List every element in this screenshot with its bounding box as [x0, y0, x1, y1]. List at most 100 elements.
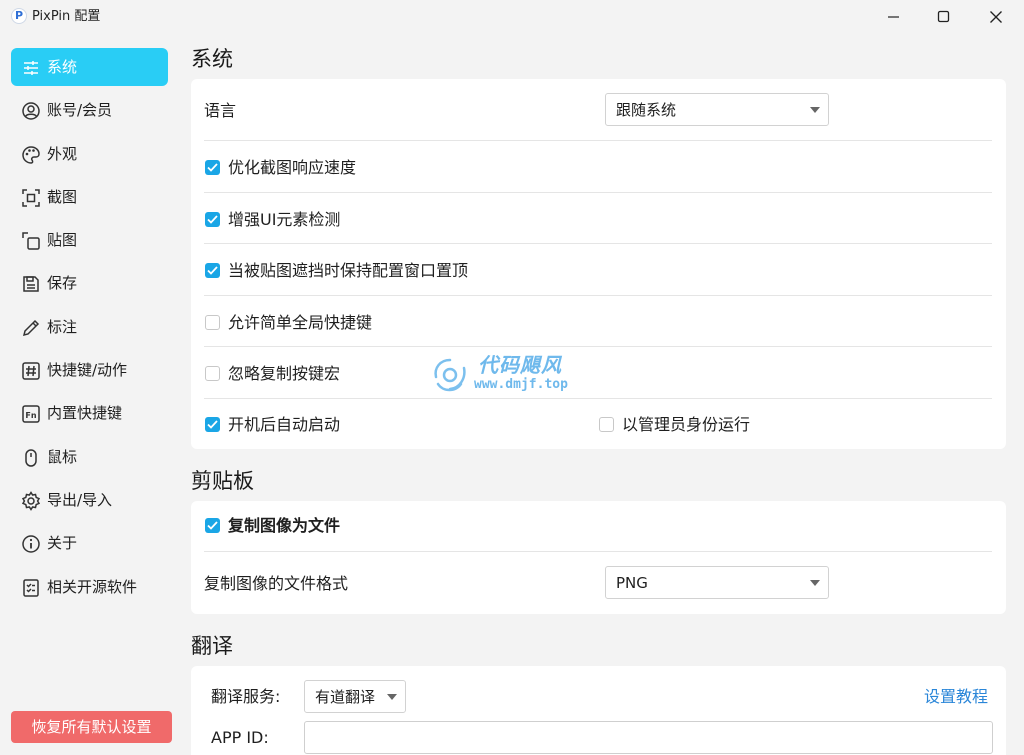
sidebar-item-annotate[interactable]: 标注	[11, 308, 168, 346]
sliders-icon	[24, 61, 38, 75]
sidebar-item-label: 保存	[47, 274, 78, 292]
checkbox-enhance-ui-detection[interactable]	[205, 212, 220, 227]
section-title-system: 系统	[191, 47, 233, 71]
user-icon	[22, 102, 40, 120]
window-title: PixPin 配置	[32, 9, 101, 24]
divider	[204, 295, 992, 296]
sidebar-item-builtin-shortcuts[interactable]: Fn 内置快捷键	[11, 394, 168, 432]
chevron-down-icon	[810, 107, 820, 113]
service-label: 翻译服务:	[211, 687, 281, 706]
option-label: 允许简单全局快捷键	[228, 313, 373, 332]
divider	[204, 398, 992, 399]
clipboard-card: 复制图像为文件 复制图像的文件格式 PNG	[191, 501, 1006, 614]
sidebar-item-save[interactable]: 保存	[11, 264, 168, 302]
screenshot-frame-icon	[22, 189, 40, 207]
minimize-button[interactable]	[871, 0, 917, 34]
sidebar-item-label: 关于	[47, 534, 78, 552]
sidebar-item-label: 贴图	[47, 231, 78, 249]
language-label: 语言	[204, 101, 237, 120]
chevron-down-icon	[810, 580, 820, 586]
save-icon	[23, 276, 39, 292]
sidebar-item-pin[interactable]: 贴图	[11, 221, 168, 259]
translate-service-value: 有道翻译	[315, 688, 376, 706]
option-label: 复制图像为文件	[228, 516, 341, 535]
pencil-icon	[22, 319, 40, 337]
option-label: 开机后自动启动	[228, 415, 341, 434]
sidebar-item-label: 外观	[47, 145, 78, 163]
checkmark-icon	[207, 420, 218, 429]
section-title-translate: 翻译	[191, 634, 233, 658]
sidebar-item-label: 标注	[47, 318, 78, 336]
checkmark-icon	[207, 521, 218, 530]
sidebar-item-system[interactable]: 系统	[11, 48, 168, 86]
sidebar-item-open-source[interactable]: 相关开源软件	[11, 568, 168, 606]
mouse-icon	[25, 449, 37, 467]
divider	[204, 346, 992, 347]
translate-card: 翻译服务: 有道翻译 设置教程 APP ID:	[191, 666, 1006, 755]
close-icon	[990, 11, 1002, 23]
checkbox-copy-as-file[interactable]	[205, 518, 220, 533]
sidebar-item-label: 鼠标	[47, 448, 78, 466]
sidebar-item-label: 相关开源软件	[47, 578, 138, 596]
palette-icon	[22, 146, 40, 164]
option-label: 优化截图响应速度	[228, 158, 357, 177]
minimize-icon	[888, 16, 899, 18]
chevron-down-icon	[387, 694, 397, 700]
sidebar-item-appearance[interactable]: 外观	[11, 135, 168, 173]
checkmark-icon	[207, 215, 218, 224]
checkmark-icon	[207, 266, 218, 275]
title-bar: P PixPin 配置	[0, 0, 1024, 34]
format-select[interactable]: PNG	[605, 566, 829, 599]
checkbox-run-as-admin[interactable]	[599, 417, 614, 432]
sidebar-item-account[interactable]: 账号/会员	[11, 91, 168, 129]
sidebar-item-label: 内置快捷键	[47, 404, 123, 422]
app-logo-icon: P	[11, 8, 27, 24]
sidebar-item-mouse[interactable]: 鼠标	[11, 438, 168, 476]
checkbox-optimize-speed[interactable]	[205, 160, 220, 175]
app-id-label: APP ID:	[211, 728, 269, 747]
gear-icon	[21, 491, 41, 511]
option-label: 以管理员身份运行	[622, 415, 751, 434]
option-label: 忽略复制按键宏	[228, 364, 341, 383]
sidebar-item-label: 快捷键/动作	[47, 361, 128, 379]
maximize-icon	[937, 10, 950, 23]
sidebar-item-shortcuts[interactable]: 快捷键/动作	[11, 351, 168, 389]
app-id-input[interactable]	[304, 721, 993, 754]
checklist-icon	[23, 579, 39, 597]
settings-content: 系统 语言 跟随系统 优化截图响应速度 增强UI元素检测 当被贴图遮挡时保持配置…	[175, 34, 1024, 755]
sidebar-item-label: 系统	[47, 58, 78, 76]
sidebar-item-export-import[interactable]: 导出/导入	[11, 481, 168, 519]
hash-icon	[22, 362, 40, 380]
checkbox-ignore-copy-macro[interactable]	[205, 366, 220, 381]
language-select-value: 跟随系统	[616, 101, 677, 119]
divider	[204, 551, 992, 552]
checkmark-icon	[207, 163, 218, 172]
format-label: 复制图像的文件格式	[204, 574, 349, 593]
setup-tutorial-link[interactable]: 设置教程	[924, 686, 988, 708]
divider	[204, 140, 992, 141]
maximize-button[interactable]	[921, 0, 967, 34]
close-button[interactable]	[973, 0, 1019, 34]
sidebar-item-label: 截图	[47, 188, 78, 206]
checkbox-keep-config-on-top[interactable]	[205, 263, 220, 278]
fn-key-icon: Fn	[22, 405, 40, 423]
system-card: 语言 跟随系统 优化截图响应速度 增强UI元素检测 当被贴图遮挡时保持配置窗口置…	[191, 79, 1006, 449]
sidebar-item-about[interactable]: 关于	[11, 524, 168, 562]
sidebar-item-screenshot[interactable]: 截图	[11, 178, 168, 216]
pin-image-icon	[22, 232, 40, 250]
reset-defaults-button[interactable]: 恢复所有默认设置	[11, 711, 172, 743]
format-select-value: PNG	[616, 574, 648, 592]
svg-text:Fn: Fn	[25, 411, 36, 420]
checkbox-simple-global-shortcuts[interactable]	[205, 315, 220, 330]
sidebar: 系统 账号/会员 外观 截图 贴图 保存 标注 快捷键/动作 Fn 内置快捷键 …	[0, 34, 175, 755]
translate-service-select[interactable]: 有道翻译	[304, 680, 406, 713]
divider	[204, 243, 992, 244]
option-label: 当被贴图遮挡时保持配置窗口置顶	[228, 261, 469, 280]
divider	[204, 192, 992, 193]
sidebar-item-label: 账号/会员	[47, 101, 113, 119]
option-label: 增强UI元素检测	[228, 210, 341, 229]
language-select[interactable]: 跟随系统	[605, 93, 829, 126]
checkbox-autostart[interactable]	[205, 417, 220, 432]
sidebar-item-label: 导出/导入	[47, 491, 113, 509]
info-icon	[22, 535, 40, 553]
